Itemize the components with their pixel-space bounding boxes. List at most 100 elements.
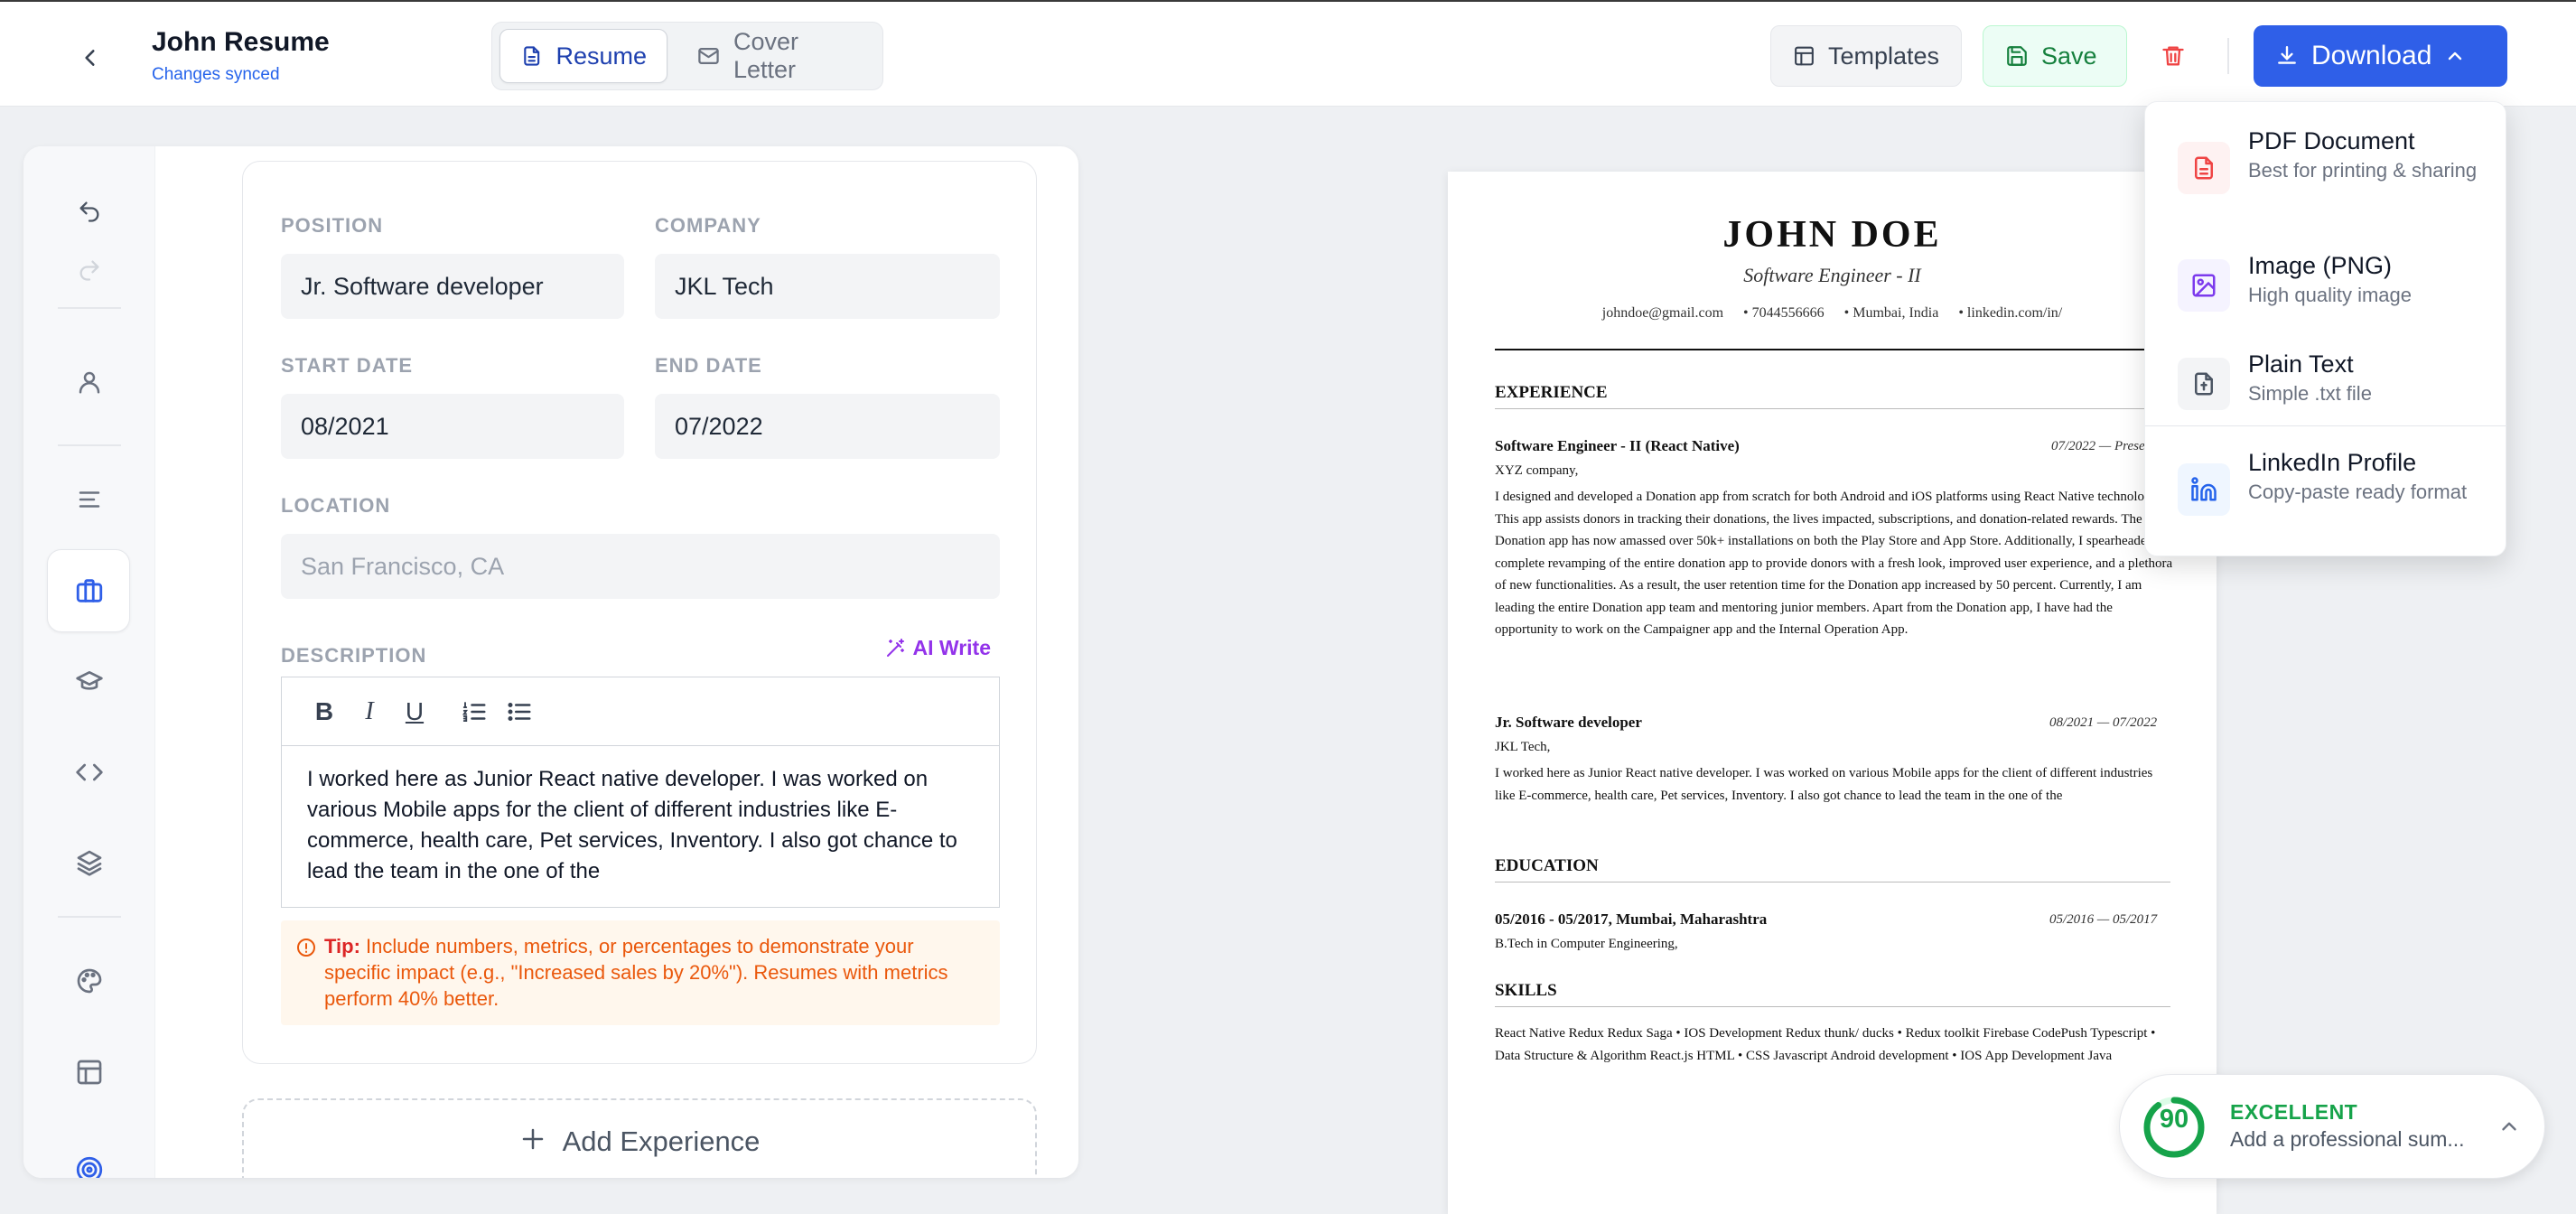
download-icon bbox=[2278, 46, 2296, 64]
ordered-list-icon bbox=[462, 701, 486, 722]
company-input[interactable]: JKL Tech bbox=[655, 254, 1000, 319]
image-icon-wrap bbox=[2178, 259, 2230, 312]
preview-education-title: 05/2016 - 05/2017, Mumbai, Maharashtra bbox=[1495, 910, 1768, 928]
preview-contact: johndoe@gmail.com • 7044556666 • Mumbai,… bbox=[1448, 305, 2217, 322]
preview-location: • Mumbai, India bbox=[1843, 305, 1939, 321]
image-icon bbox=[2192, 274, 2216, 297]
download-option-txt[interactable]: Plain Text Simple .txt file bbox=[2145, 350, 2507, 423]
pdf-icon-wrap bbox=[2178, 142, 2230, 194]
tab-resume[interactable]: Resume bbox=[499, 29, 667, 83]
user-icon bbox=[79, 371, 100, 394]
preview-job-title: Jr. Software developer bbox=[1495, 714, 1642, 731]
preview-job-dates: 08/2021 — 07/2022 bbox=[2049, 715, 2158, 730]
layout-icon bbox=[1795, 46, 1814, 66]
text-file-icon-wrap bbox=[2178, 358, 2230, 410]
resume-score-widget[interactable]: 90 EXCELLENT Add a professional sum... bbox=[2119, 1074, 2545, 1179]
ordered-list-button[interactable] bbox=[452, 689, 497, 734]
end-date-label: END DATE bbox=[655, 354, 762, 377]
sync-status: Changes synced bbox=[152, 65, 280, 84]
preview-education-degree: B.Tech in Computer Engineering, bbox=[1495, 937, 1678, 951]
preview-skills-text: React Native Redux Redux Saga • IOS Deve… bbox=[1495, 1026, 2156, 1063]
download-option-desc: High quality image bbox=[2248, 284, 2412, 306]
underline-button[interactable]: U bbox=[392, 689, 437, 734]
ai-write-button[interactable]: AI Write bbox=[884, 636, 991, 660]
end-date-input[interactable]: 07/2022 bbox=[655, 394, 1000, 459]
document-icon bbox=[524, 46, 540, 66]
info-icon bbox=[297, 939, 315, 957]
download-option-title: LinkedIn Profile bbox=[2248, 449, 2417, 476]
company-label: COMPANY bbox=[655, 214, 761, 237]
description-label: DESCRIPTION bbox=[281, 644, 427, 667]
preview-phone: • 7044556666 bbox=[1743, 305, 1825, 321]
editor-toolbar: B I U bbox=[282, 677, 999, 746]
position-label: POSITION bbox=[281, 214, 384, 237]
top-bar: John Resume Changes synced Resume Cover … bbox=[0, 0, 2576, 107]
linkedin-icon bbox=[2191, 477, 2217, 501]
rail-ats-check[interactable] bbox=[67, 1147, 112, 1178]
menu-divider bbox=[2145, 425, 2507, 426]
preview-experience-heading: EXPERIENCE bbox=[1495, 383, 2170, 409]
download-option-desc: Simple .txt file bbox=[2248, 382, 2372, 405]
back-button[interactable] bbox=[72, 40, 108, 76]
location-label: LOCATION bbox=[281, 494, 391, 517]
bullet-list-button[interactable] bbox=[497, 689, 542, 734]
rail-design[interactable] bbox=[67, 958, 112, 1004]
description-textarea[interactable]: I worked here as Junior React native dev… bbox=[282, 746, 999, 905]
bullet-list-icon bbox=[508, 702, 531, 721]
download-option-png[interactable]: Image (PNG) High quality image bbox=[2145, 252, 2507, 324]
preview-education-heading: EDUCATION bbox=[1495, 856, 2170, 882]
rail-more-sections[interactable] bbox=[67, 840, 112, 885]
document-title[interactable]: John Resume bbox=[152, 27, 330, 58]
download-option-desc: Best for printing & sharing bbox=[2248, 159, 2478, 182]
download-button[interactable]: Download bbox=[2254, 25, 2507, 87]
rail-divider bbox=[58, 444, 121, 446]
tab-cover-letter[interactable]: Cover Letter bbox=[677, 28, 882, 83]
italic-button[interactable]: I bbox=[347, 689, 392, 734]
rail-personal-info[interactable] bbox=[67, 360, 112, 405]
rail-summary[interactable] bbox=[67, 477, 112, 522]
graduation-cap-icon bbox=[76, 671, 103, 690]
preview-job-description: I worked here as Junior React native dev… bbox=[1495, 766, 2153, 803]
layout-icon bbox=[77, 1060, 102, 1085]
chevron-up-icon bbox=[2449, 51, 2462, 61]
preview-email: johndoe@gmail.com bbox=[1601, 305, 1724, 321]
delete-button[interactable] bbox=[2157, 40, 2189, 72]
rail-skills[interactable] bbox=[67, 750, 112, 795]
editor-panel: POSITION Jr. Software developer COMPANY … bbox=[23, 146, 1078, 1178]
add-experience-label: Add Experience bbox=[562, 1125, 761, 1157]
redo-icon bbox=[79, 260, 99, 281]
preview-role: Software Engineer - II bbox=[1743, 264, 1921, 286]
rail-experience-icon-wrap bbox=[67, 568, 112, 613]
bold-button[interactable]: B bbox=[302, 689, 347, 734]
redo-button[interactable] bbox=[67, 247, 112, 293]
rail-education[interactable] bbox=[67, 659, 112, 705]
target-icon bbox=[76, 1156, 103, 1178]
download-option-title: PDF Document bbox=[2248, 127, 2415, 154]
mode-switcher: Resume Cover Letter bbox=[491, 22, 883, 90]
save-button[interactable]: Save bbox=[1983, 25, 2127, 87]
preview-education-dates: 05/2016 — 05/2017 bbox=[2049, 912, 2158, 927]
templates-button[interactable]: Templates bbox=[1770, 25, 1962, 87]
code-icon bbox=[76, 763, 103, 781]
linkedin-icon-wrap bbox=[2178, 463, 2230, 516]
preview-skills-heading: SKILLS bbox=[1495, 981, 2170, 1007]
ai-write-label: AI Write bbox=[912, 636, 991, 659]
preview-linkedin: • linkedin.com/in/ bbox=[1958, 305, 2063, 321]
add-experience-button[interactable]: Add Experience bbox=[242, 1098, 1037, 1178]
experience-entry-card: POSITION Jr. Software developer COMPANY … bbox=[242, 161, 1037, 1064]
location-input[interactable]: San Francisco, CA bbox=[281, 534, 1000, 599]
rail-layout[interactable] bbox=[67, 1050, 112, 1095]
download-label: Download bbox=[2311, 41, 2432, 70]
chevron-left-icon bbox=[85, 50, 95, 66]
download-menu: PDF Document Best for printing & sharing… bbox=[2144, 101, 2507, 556]
start-date-input[interactable]: 08/2021 bbox=[281, 394, 624, 459]
download-option-linkedin[interactable]: LinkedIn Profile Copy-paste ready format bbox=[2145, 449, 2507, 548]
trash-icon bbox=[2162, 46, 2184, 66]
rail-divider bbox=[58, 307, 121, 309]
score-label: EXCELLENT bbox=[2230, 1100, 2358, 1124]
section-rail bbox=[23, 146, 155, 1178]
download-option-pdf[interactable]: PDF Document Best for printing & sharing bbox=[2145, 127, 2507, 227]
position-input[interactable]: Jr. Software developer bbox=[281, 254, 624, 319]
undo-button[interactable] bbox=[67, 189, 112, 234]
chevron-up-icon[interactable] bbox=[2497, 1115, 2521, 1138]
